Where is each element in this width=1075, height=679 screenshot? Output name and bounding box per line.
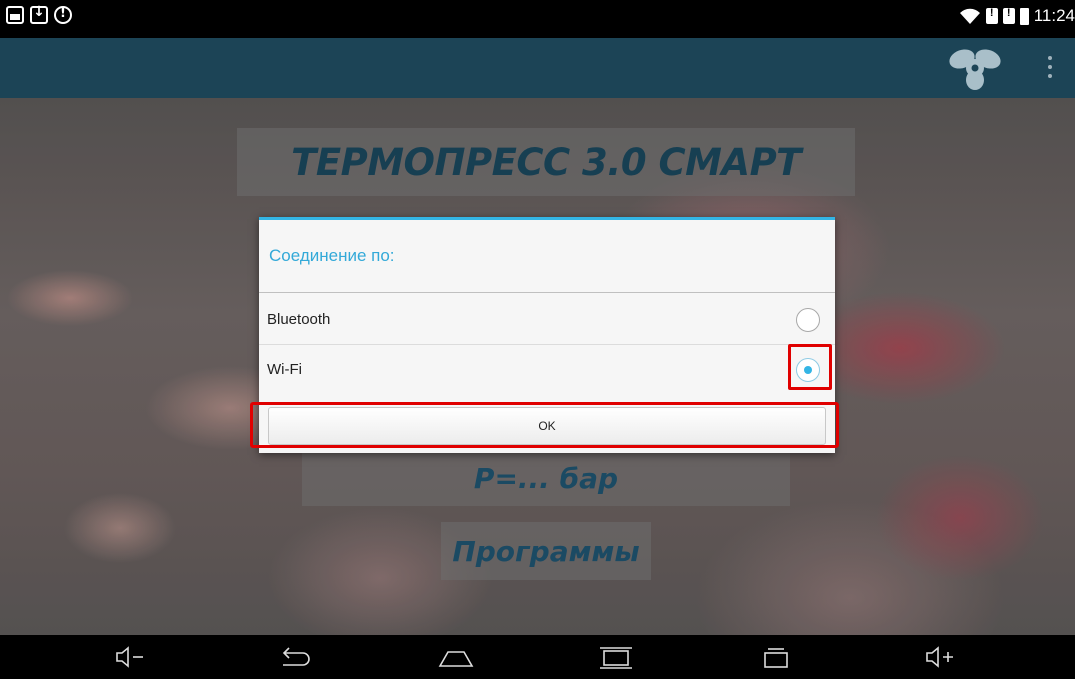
screenshot-icon[interactable]	[596, 643, 636, 671]
option-wifi[interactable]: Wi-Fi	[259, 346, 835, 395]
wifi-icon	[959, 7, 981, 25]
system-icons: 11:24	[959, 6, 1075, 26]
sim2-icon	[1002, 7, 1015, 24]
overflow-menu-icon[interactable]	[1044, 56, 1056, 82]
image-notification-icon	[6, 6, 24, 24]
volume-down-icon[interactable]	[110, 643, 150, 671]
pressure-readout: P=... бар	[302, 450, 790, 506]
option-bluetooth[interactable]: Bluetooth	[259, 296, 835, 345]
home-icon[interactable]	[436, 643, 476, 671]
dialog-title: Соединение по:	[269, 246, 395, 265]
alert-notification-icon	[54, 6, 72, 24]
volume-up-icon[interactable]	[920, 643, 960, 671]
option-label: Bluetooth	[267, 311, 331, 328]
highlight-box-ok-button	[250, 402, 839, 448]
battery-icon	[1019, 7, 1029, 25]
action-bar	[0, 38, 1075, 98]
notification-icons	[6, 4, 72, 24]
back-icon[interactable]	[274, 643, 314, 671]
option-label: Wi-Fi	[267, 361, 302, 378]
android-screen: 11:24 ТЕРМОПРЕСС 3.0 СМАРТ P=... бар Про…	[0, 0, 1075, 679]
highlight-box-wifi-radio	[788, 344, 832, 390]
app-title: ТЕРМОПРЕСС 3.0 СМАРТ	[237, 128, 855, 196]
download-notification-icon	[30, 4, 48, 24]
navigation-bar	[0, 635, 1075, 679]
dialog-title-divider	[259, 292, 835, 293]
recent-apps-icon[interactable]	[756, 643, 796, 671]
programs-button[interactable]: Программы	[441, 522, 651, 580]
sim1-icon	[985, 7, 998, 24]
status-time: 11:24	[1033, 6, 1075, 25]
option-divider	[259, 344, 835, 345]
status-bar: 11:24	[0, 0, 1075, 38]
radio-bluetooth[interactable]	[796, 308, 820, 332]
fan-icon[interactable]	[946, 46, 1004, 90]
